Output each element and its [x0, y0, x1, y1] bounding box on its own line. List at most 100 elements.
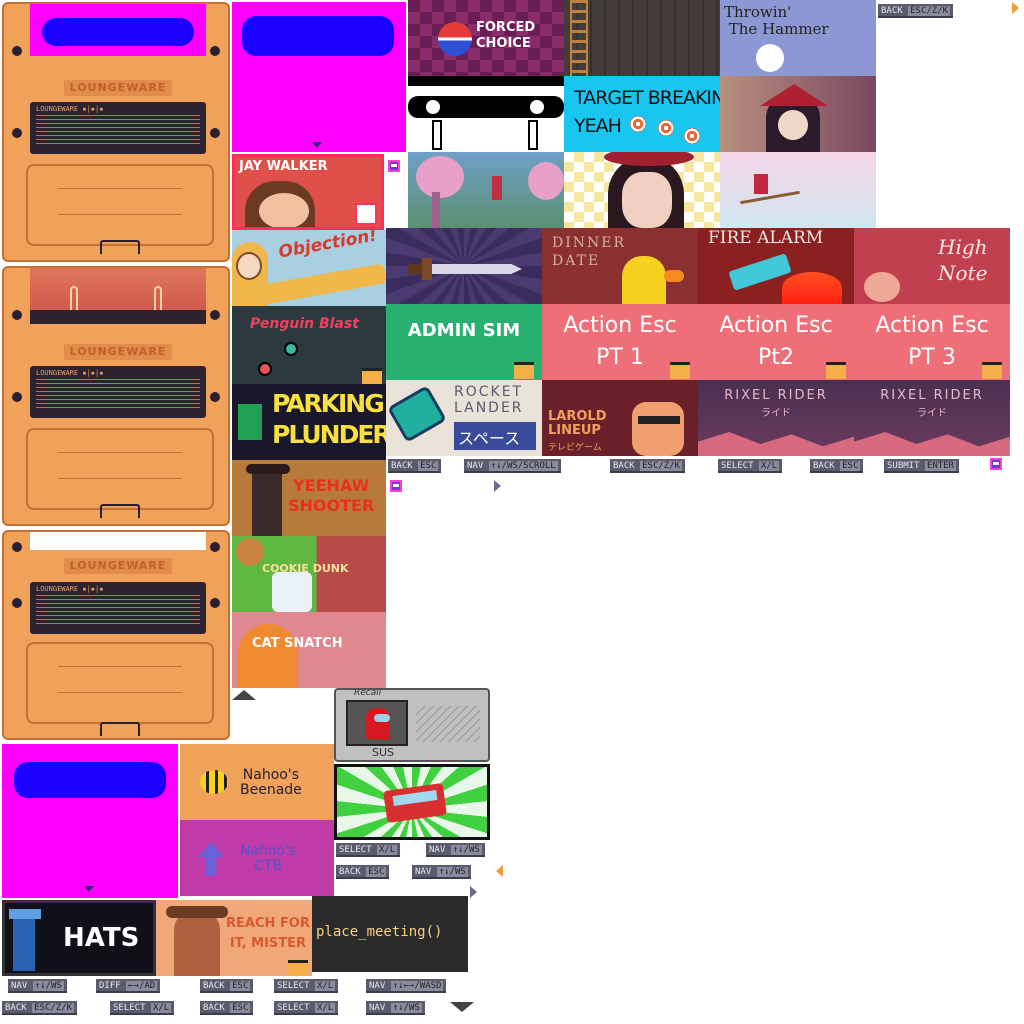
forced-choice-orb	[438, 22, 472, 56]
next-arrow[interactable]	[470, 886, 477, 898]
magenta-cart-top	[232, 2, 406, 152]
scroll-up-arrow[interactable]	[232, 690, 256, 700]
notch	[12, 128, 22, 138]
selection-indicator	[990, 458, 1002, 470]
game-dinner-date[interactable]: DINNER DATE	[542, 228, 698, 304]
game-cat-snatch[interactable]: CAT SNATCH	[232, 612, 386, 688]
selection-indicator	[388, 160, 400, 172]
control-hint-chip: NAV ↑↓/WS	[8, 979, 67, 993]
chip-action: SELECT	[277, 1003, 310, 1013]
rixel-rider-1-title: RIXEL RIDER	[724, 388, 828, 403]
cartridge-label: LOUNGEWARE ▪|▪|▪	[30, 582, 206, 634]
game-rocket-lander[interactable]: ROCKET LANDER スペース	[386, 380, 542, 456]
game-nahoos-beenade[interactable]: Nahoo's Beenade	[180, 744, 334, 820]
high-note-title: High Note	[938, 235, 988, 285]
chip-action: SELECT	[277, 981, 310, 991]
game-cookie-dunk[interactable]: COOKIE DUNK	[232, 536, 386, 612]
game-throwin-the-hammer[interactable]: Throwin' The Hammer	[720, 0, 876, 76]
control-hint-chip: BACK ESC	[810, 459, 864, 473]
rixel-rider-2-jp: ライド	[917, 408, 947, 419]
chip-action: BACK	[613, 461, 635, 471]
game-bw-level[interactable]	[408, 76, 564, 152]
game-witch-flight[interactable]	[720, 152, 876, 228]
next-arrow[interactable]	[494, 480, 501, 492]
chip-action: NAV	[429, 845, 446, 855]
chip-key: ↑↓/WS	[450, 845, 482, 855]
control-hint-chip: NAV ↑↓←→/WASD	[366, 979, 447, 993]
game-rixel-rider-1[interactable]: RIXEL RIDER ライド	[698, 380, 854, 456]
chip-key: ↑↓/WS	[390, 1003, 422, 1013]
game-larold-lineup[interactable]: LAROLD LINEUP テレビゲーム	[542, 380, 698, 456]
cartridge-1-screen	[42, 18, 194, 46]
game-jay-walker[interactable]: JAY WALKER	[232, 154, 384, 230]
control-hint-chip: SUBMIT ENTER	[884, 459, 960, 473]
chip-key: ↑↓/WS	[32, 981, 64, 991]
control-hint-chip: NAV ↑↓/WS/SCROLL	[464, 459, 561, 473]
ctb-title: Nahoo's CTB	[240, 843, 297, 874]
prev-arrow[interactable]	[496, 865, 503, 877]
yeehaw-shooter-title: YEEHAW SHOOTER	[288, 476, 375, 515]
notch	[210, 128, 220, 138]
cartridge-1: LOUNGEWARE LOUNGEWARE ▪|▪|▪	[2, 2, 230, 262]
cartridge-label-lines	[36, 115, 200, 144]
cookie-dunk-title: COOKIE DUNK	[262, 562, 349, 575]
chip-action: BACK	[813, 461, 835, 471]
reach-title: REACH FOR IT, MISTER	[226, 916, 310, 951]
game-bus[interactable]	[334, 764, 490, 840]
screen-preview	[242, 16, 394, 56]
game-place-meeting[interactable]: place_meeting()	[312, 896, 468, 972]
cat-snatch-title: CAT SNATCH	[252, 636, 343, 651]
chip-action: SELECT	[339, 845, 372, 855]
chip-key: X/L	[376, 845, 398, 855]
chip-key: ↑↓/WS/SCROLL	[488, 461, 558, 471]
chip-key: X/L	[314, 1003, 336, 1013]
notch	[210, 46, 220, 56]
game-sword[interactable]	[386, 228, 542, 304]
chip-back-top: BACK ESC/Z/K	[878, 4, 954, 18]
game-parking-plunder[interactable]: PARKING PLUNDER	[232, 384, 386, 460]
cartridge-slot	[26, 642, 214, 724]
chip-action: NAV	[467, 461, 484, 471]
game-objection[interactable]: Objection!	[232, 230, 386, 306]
game-dungeon[interactable]	[564, 0, 720, 76]
control-hint-chip: SELECT X/L	[336, 843, 401, 857]
game-yeehaw-shooter[interactable]: YEEHAW SHOOTER	[232, 460, 386, 536]
chip-action: BACK	[391, 461, 413, 471]
larold-lineup-jp: テレビゲーム	[548, 443, 602, 453]
game-penguin-blast[interactable]: Penguin Blast	[232, 306, 386, 386]
game-action-esc-pt1[interactable]: Action Esc PT 1	[542, 304, 698, 380]
game-action-esc-pt2[interactable]: Action Esc Pt2	[698, 304, 854, 380]
cartridge-label: LOUNGEWARE ▪|▪|▪	[30, 366, 206, 418]
game-nahoos-ctb[interactable]: Nahoo's CTB	[180, 820, 334, 896]
control-hint-chip: BACK ESC	[388, 459, 442, 473]
game-admin-sim[interactable]: ADMIN SIM	[386, 304, 542, 380]
game-fire-alarm[interactable]: FIRE ALARM	[698, 228, 854, 304]
scroll-down-arrow[interactable]	[450, 1002, 474, 1012]
notch	[12, 46, 22, 56]
chip-action: DIFF	[99, 981, 121, 991]
game-sus-recall[interactable]: Recall SUS	[334, 688, 490, 762]
chip-key: ESC/Z/K	[32, 1003, 75, 1013]
hats-title: HATS	[63, 923, 140, 953]
next-arrow[interactable]	[1012, 2, 1019, 14]
chip-action: NAV	[415, 867, 432, 877]
game-forced-choice[interactable]: FORCED CHOICE	[408, 0, 564, 76]
game-hats[interactable]: HATS	[2, 900, 156, 976]
game-witch-portrait[interactable]	[720, 76, 876, 152]
control-hint-chip: NAV ↑↓/WS	[366, 1001, 425, 1015]
chip-action: NAV	[369, 981, 386, 991]
game-action-esc-pt3[interactable]: Action Esc PT 3	[854, 304, 1010, 380]
game-target-breaking[interactable]: TARGET BREAKING YEAH	[564, 76, 720, 152]
rixel-rider-2-title: RIXEL RIDER	[880, 388, 984, 403]
control-hint-chip: BACK ESC	[200, 1001, 254, 1015]
chip-key: X/L	[314, 981, 336, 991]
chip-action: BACK	[203, 1003, 225, 1013]
chip-action: BACK	[5, 1003, 27, 1013]
game-high-note[interactable]: High Note	[854, 228, 1010, 304]
game-blossom-forest[interactable]	[408, 152, 564, 228]
game-rixel-rider-2[interactable]: RIXEL RIDER ライド	[854, 380, 1010, 456]
game-witch-hat[interactable]	[564, 152, 720, 228]
game-reach-for-it-mister[interactable]: REACH FOR IT, MISTER	[156, 900, 312, 976]
chip-action: NAV	[11, 981, 28, 991]
chip-key: ←→/AD	[126, 981, 158, 991]
